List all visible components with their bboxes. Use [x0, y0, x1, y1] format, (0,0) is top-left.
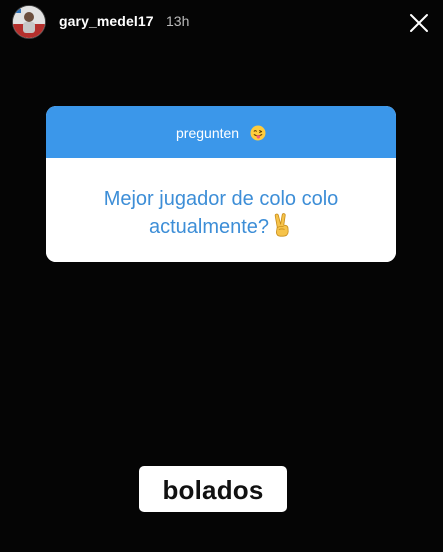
tongue-out-face-icon: [250, 125, 266, 141]
question-prompt-text: pregunten: [176, 125, 240, 142]
story-header: gary_medel17 13h: [0, 0, 443, 46]
question-answer: Mejor jugador de colo colo actualmente?: [66, 185, 376, 241]
question-answer-line-2-text: actualmente?: [148, 216, 270, 238]
question-prompt: pregunten: [46, 123, 396, 142]
question-answer-line-1: Mejor jugador de colo colo: [103, 188, 339, 210]
close-icon: [410, 14, 428, 32]
post-timestamp: 13h: [166, 13, 190, 29]
close-button[interactable]: [406, 10, 432, 36]
avatar[interactable]: [13, 6, 45, 38]
username[interactable]: gary_medel17: [59, 13, 154, 29]
question-sticker-header: pregunten: [46, 106, 396, 158]
question-answer-line-2: actualmente?: [66, 213, 376, 241]
caption-text: bolados: [162, 475, 264, 505]
victory-hand-icon: [271, 213, 293, 237]
question-sticker-body: Mejor jugador de colo colo actualmente?: [46, 158, 396, 262]
caption-sticker: bolados: [139, 466, 287, 512]
question-sticker[interactable]: pregunten Mejor jugador de colo colo act…: [46, 106, 396, 262]
